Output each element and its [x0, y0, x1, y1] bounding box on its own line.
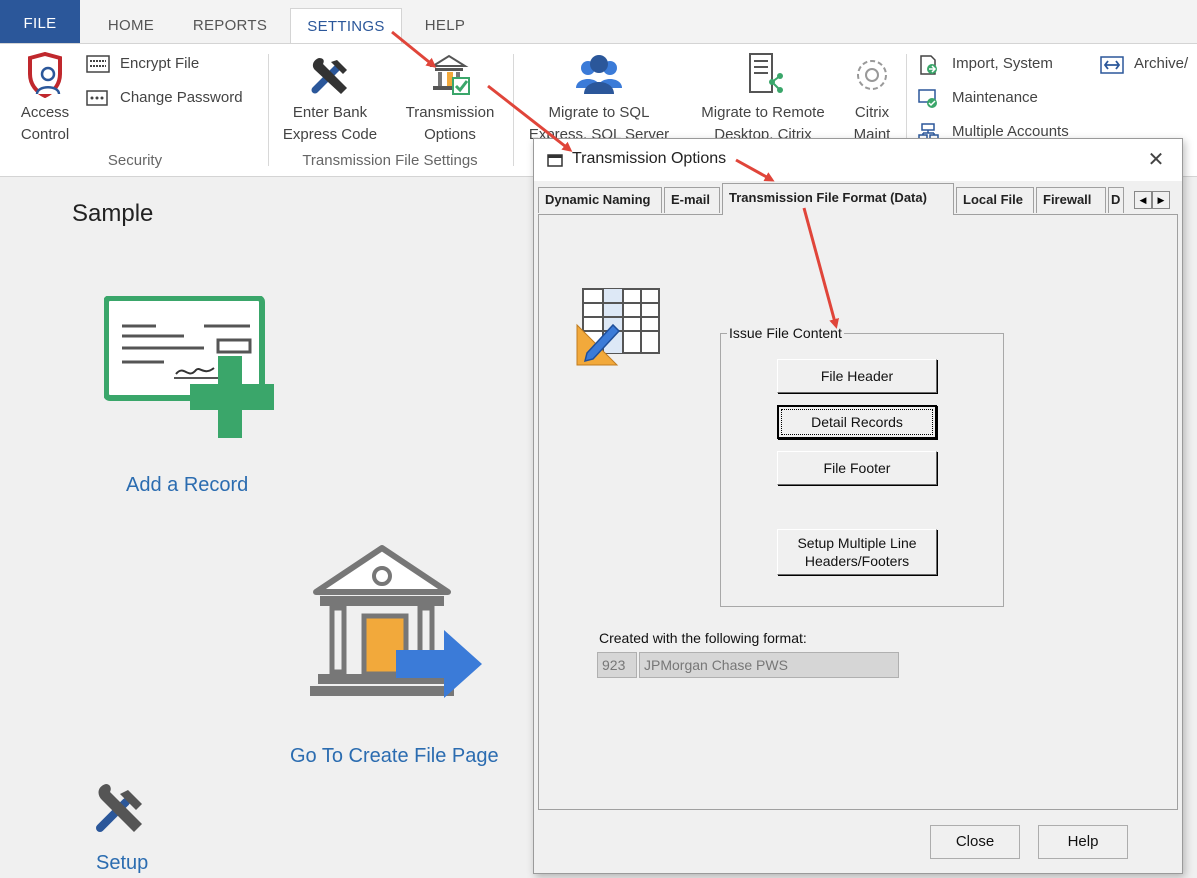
migrate-sql-button[interactable]: Migrate to SQL Express, SQL Server	[524, 52, 674, 146]
access-control-label-2: Control	[20, 126, 70, 143]
access-control-button[interactable]: Access Control	[10, 52, 80, 146]
security-group-label: Security	[107, 152, 163, 169]
format-code-field: 923	[597, 652, 637, 678]
setup-link[interactable]: Setup	[96, 852, 148, 875]
enter-bank-label-2: Express Code	[282, 126, 378, 143]
format-name-field: JPMorgan Chase PWS	[639, 652, 899, 678]
close-icon[interactable]: ✕	[1144, 148, 1168, 172]
transmission-options-dialog: Transmission Options ✕ Dynamic Naming E-…	[533, 138, 1183, 874]
tab-dynamic-naming[interactable]: Dynamic Naming	[538, 187, 662, 213]
setup-multiple-line-label-2: Headers/Footers	[804, 553, 910, 569]
maintenance-icon	[918, 89, 937, 108]
import-system-button[interactable]: Import, System	[918, 52, 1088, 76]
tab-partial[interactable]: D	[1108, 187, 1124, 213]
server-share-icon	[749, 53, 783, 93]
shield-user-icon	[28, 52, 62, 98]
enter-bank-express-code-button[interactable]: Enter Bank Express Code	[278, 52, 382, 146]
ribbon-separator	[513, 54, 514, 166]
page-title: Sample	[72, 200, 154, 227]
tab-file[interactable]: FILE	[0, 0, 80, 44]
migrate-remote-label: Migrate to Remote	[701, 104, 825, 121]
setup-multiple-line-button[interactable]: Setup Multiple Line Headers/Footers	[777, 529, 937, 575]
change-password-button[interactable]: Change Password	[86, 86, 261, 110]
add-record-link[interactable]: Add a Record	[126, 474, 248, 497]
archive-label: Archive/	[1134, 55, 1189, 72]
tab-email[interactable]: E-mail	[664, 187, 720, 213]
tab-firewall[interactable]: Firewall	[1036, 187, 1106, 213]
migrate-sql-label: Migrate to SQL	[548, 104, 650, 121]
migrate-remote-button[interactable]: Migrate to Remote Desktop, Citrix	[688, 52, 838, 146]
tab-scroll-left-icon[interactable]: ◀	[1134, 191, 1152, 209]
file-header-button[interactable]: File Header	[777, 359, 937, 393]
format-label: Created with the following format:	[599, 630, 807, 646]
maintenance-button[interactable]: Maintenance	[918, 86, 1078, 110]
detail-records-button[interactable]: Detail Records	[777, 405, 937, 439]
tab-reports[interactable]: REPORTS	[180, 8, 280, 44]
spreadsheet-edit-icon	[576, 288, 660, 366]
encrypt-icon	[86, 55, 110, 73]
change-password-label: Change Password	[120, 89, 243, 106]
ribbon-tab-bar: FILE HOME REPORTS SETTINGS HELP	[0, 0, 1197, 45]
bank-arrow-icon[interactable]	[310, 542, 486, 704]
password-icon	[86, 90, 108, 106]
gear-icon	[857, 60, 887, 90]
maintenance-label: Maintenance	[952, 89, 1038, 106]
bank-check-icon	[429, 54, 470, 95]
help-button[interactable]: Help	[1038, 825, 1128, 859]
tab-home[interactable]: HOME	[92, 8, 170, 44]
create-file-link[interactable]: Go To Create File Page	[290, 745, 499, 768]
close-button[interactable]: Close	[930, 825, 1020, 859]
transmission-options-label: Transmission	[405, 104, 495, 121]
encrypt-file-label: Encrypt File	[120, 55, 200, 72]
transmission-options-label-2: Options	[424, 126, 476, 143]
tab-panel: Issue File Content File Header Detail Re…	[538, 214, 1178, 810]
tab-settings[interactable]: SETTINGS	[290, 8, 402, 45]
tab-transmission-file-format[interactable]: Transmission File Format (Data)	[722, 183, 954, 215]
import-system-label: Import, System	[952, 55, 1053, 72]
tools-icon	[311, 58, 347, 94]
access-control-label: Access	[20, 104, 70, 121]
import-icon	[920, 55, 937, 75]
file-footer-button[interactable]: File Footer	[777, 451, 937, 485]
tab-help[interactable]: HELP	[412, 8, 478, 44]
setup-multiple-line-label: Setup Multiple Line	[797, 535, 917, 551]
users-icon	[576, 55, 622, 94]
enter-bank-label: Enter Bank	[292, 104, 368, 121]
dialog-title: Transmission Options	[572, 150, 727, 167]
tab-local-file[interactable]: Local File	[956, 187, 1034, 213]
tab-scroll-right-icon[interactable]: ▶	[1152, 191, 1170, 209]
archive-button[interactable]: Archive/	[1100, 52, 1197, 76]
add-record-icon[interactable]	[104, 296, 278, 442]
citrix-maint-button[interactable]: Citrix Maint	[842, 52, 902, 146]
dialog-titlebar: Transmission Options ✕	[534, 139, 1182, 181]
window-icon	[547, 154, 563, 167]
setup-tools-icon[interactable]	[92, 778, 152, 834]
transmission-group-label: Transmission File Settings	[302, 152, 478, 169]
ribbon-separator	[268, 54, 269, 166]
encrypt-file-button[interactable]: Encrypt File	[86, 52, 256, 76]
issue-file-content-label: Issue File Content	[727, 325, 844, 341]
archive-icon	[1100, 56, 1124, 74]
transmission-options-button[interactable]: Transmission Options	[396, 52, 504, 146]
citrix-maint-label: Citrix	[854, 104, 890, 121]
